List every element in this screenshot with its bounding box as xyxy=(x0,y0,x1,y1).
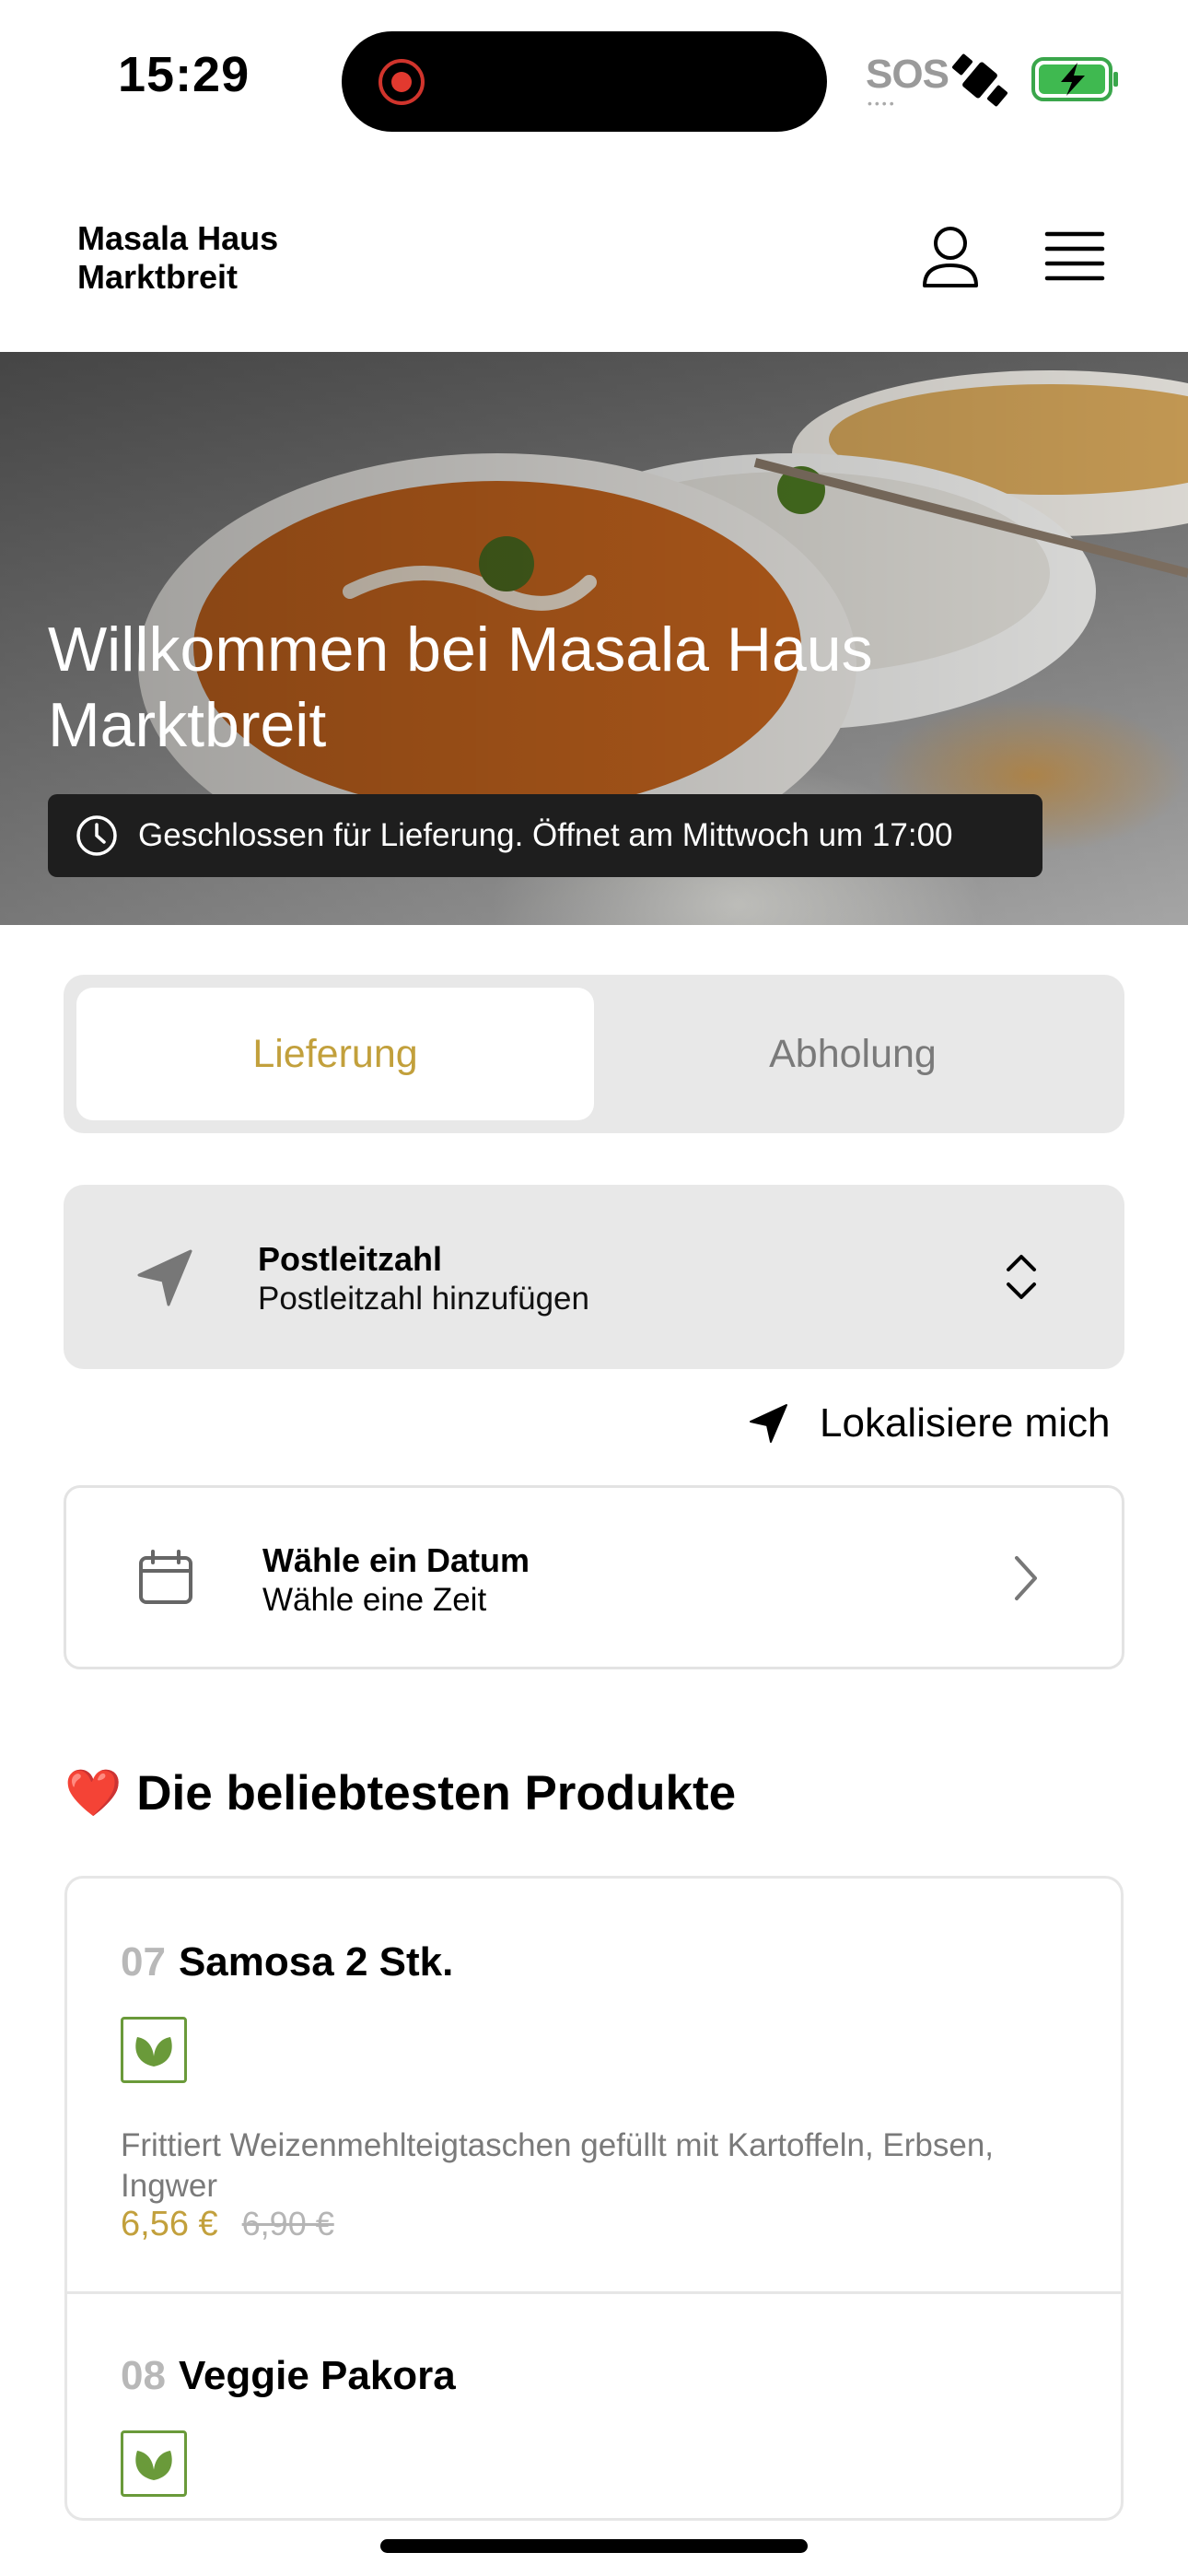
postal-code-selector[interactable]: Postleitzahl Postleitzahl hinzufügen xyxy=(64,1185,1124,1369)
navigation-arrow-icon xyxy=(750,1404,787,1443)
welcome-title: Willkommen bei Masala Haus Marktbreit xyxy=(48,612,1061,763)
tab-delivery[interactable]: Lieferung xyxy=(76,988,594,1120)
heart-icon: ❤️ xyxy=(64,1767,122,1819)
product-pricing: 6,56 € 6,90 € xyxy=(121,2205,334,2244)
opening-hours-notice: Geschlossen für Lieferung. Öffnet am Mit… xyxy=(48,794,1042,877)
home-indicator[interactable] xyxy=(380,2539,808,2553)
clock-icon xyxy=(76,815,117,856)
signal-dots: •••• xyxy=(868,96,897,111)
chevron-up-down-icon xyxy=(1007,1255,1036,1299)
user-account-icon[interactable] xyxy=(921,225,980,291)
product-heading: 08 Veggie Pakora xyxy=(121,2353,456,2399)
product-description: Frittiert Weizenmehlteigtaschen gefüllt … xyxy=(121,2125,1097,2207)
calendar-icon xyxy=(139,1550,192,1604)
battery-charging-icon xyxy=(1031,57,1118,101)
opening-hours-text: Geschlossen für Lieferung. Öffnet am Mit… xyxy=(138,817,953,853)
order-mode-toggle: Lieferung Abholung xyxy=(64,975,1124,1133)
satellite-icon xyxy=(952,53,1007,107)
locate-me-label: Lokalisiere mich xyxy=(820,1400,1111,1446)
product-price: 6,56 € xyxy=(121,2205,218,2243)
welcome-title-line-1: Willkommen bei Masala Haus xyxy=(48,615,873,685)
vegetarian-leaf-icon xyxy=(121,2017,187,2083)
product-number: 08 xyxy=(121,2353,166,2398)
tab-pickup[interactable]: Abholung xyxy=(594,988,1112,1120)
location-arrow-icon xyxy=(137,1249,192,1306)
screen-recording-icon xyxy=(379,59,425,105)
vegetarian-leaf-icon xyxy=(121,2430,187,2497)
welcome-title-line-2: Marktbreit xyxy=(48,690,327,760)
popular-products-title: Die beliebtesten Produkte xyxy=(136,1766,737,1821)
hero-banner: Willkommen bei Masala Haus Marktbreit Ge… xyxy=(0,352,1188,925)
product-number: 07 xyxy=(121,1939,166,1985)
postal-code-label: Postleitzahl xyxy=(258,1240,443,1278)
product-heading: 07 Samosa 2 Stk. xyxy=(121,1939,453,1985)
product-description-line-1: Frittiert Weizenmehlteigtaschen gefüllt … xyxy=(121,2127,995,2163)
brand-line-1: Masala Haus xyxy=(77,219,279,257)
restaurant-brand[interactable]: Masala Haus Marktbreit xyxy=(77,219,278,297)
brand-line-2: Marktbreit xyxy=(77,258,239,296)
schedule-date-label: Wähle ein Datum xyxy=(262,1541,530,1579)
product-item[interactable]: 08 Veggie Pakora xyxy=(67,2294,1121,2518)
product-name: Samosa 2 Stk. xyxy=(178,1939,454,1985)
product-name: Veggie Pakora xyxy=(178,2353,456,2398)
status-time: 15:29 xyxy=(118,47,250,102)
product-item[interactable]: 07 Samosa 2 Stk. Frittiert Weizenmehltei… xyxy=(67,1879,1121,2291)
postal-code-placeholder: Postleitzahl hinzufügen xyxy=(258,1281,589,1317)
dynamic-island xyxy=(342,31,827,132)
sos-indicator: SOS xyxy=(866,52,949,97)
schedule-picker[interactable]: Wähle ein Datum Wähle eine Zeit xyxy=(64,1485,1124,1669)
popular-products-heading: ❤️ Die beliebtesten Produkte xyxy=(64,1765,736,1821)
product-old-price: 6,90 € xyxy=(241,2205,334,2242)
popular-products-list: 07 Samosa 2 Stk. Frittiert Weizenmehltei… xyxy=(64,1876,1124,2521)
chevron-right-icon xyxy=(1015,1556,1037,1600)
menu-hamburger-icon[interactable] xyxy=(1044,230,1105,284)
locate-me-button[interactable]: Lokalisiere mich xyxy=(748,1400,1110,1446)
product-description-line-2: Ingwer xyxy=(121,2168,218,2204)
schedule-time-label: Wähle eine Zeit xyxy=(262,1582,487,1618)
